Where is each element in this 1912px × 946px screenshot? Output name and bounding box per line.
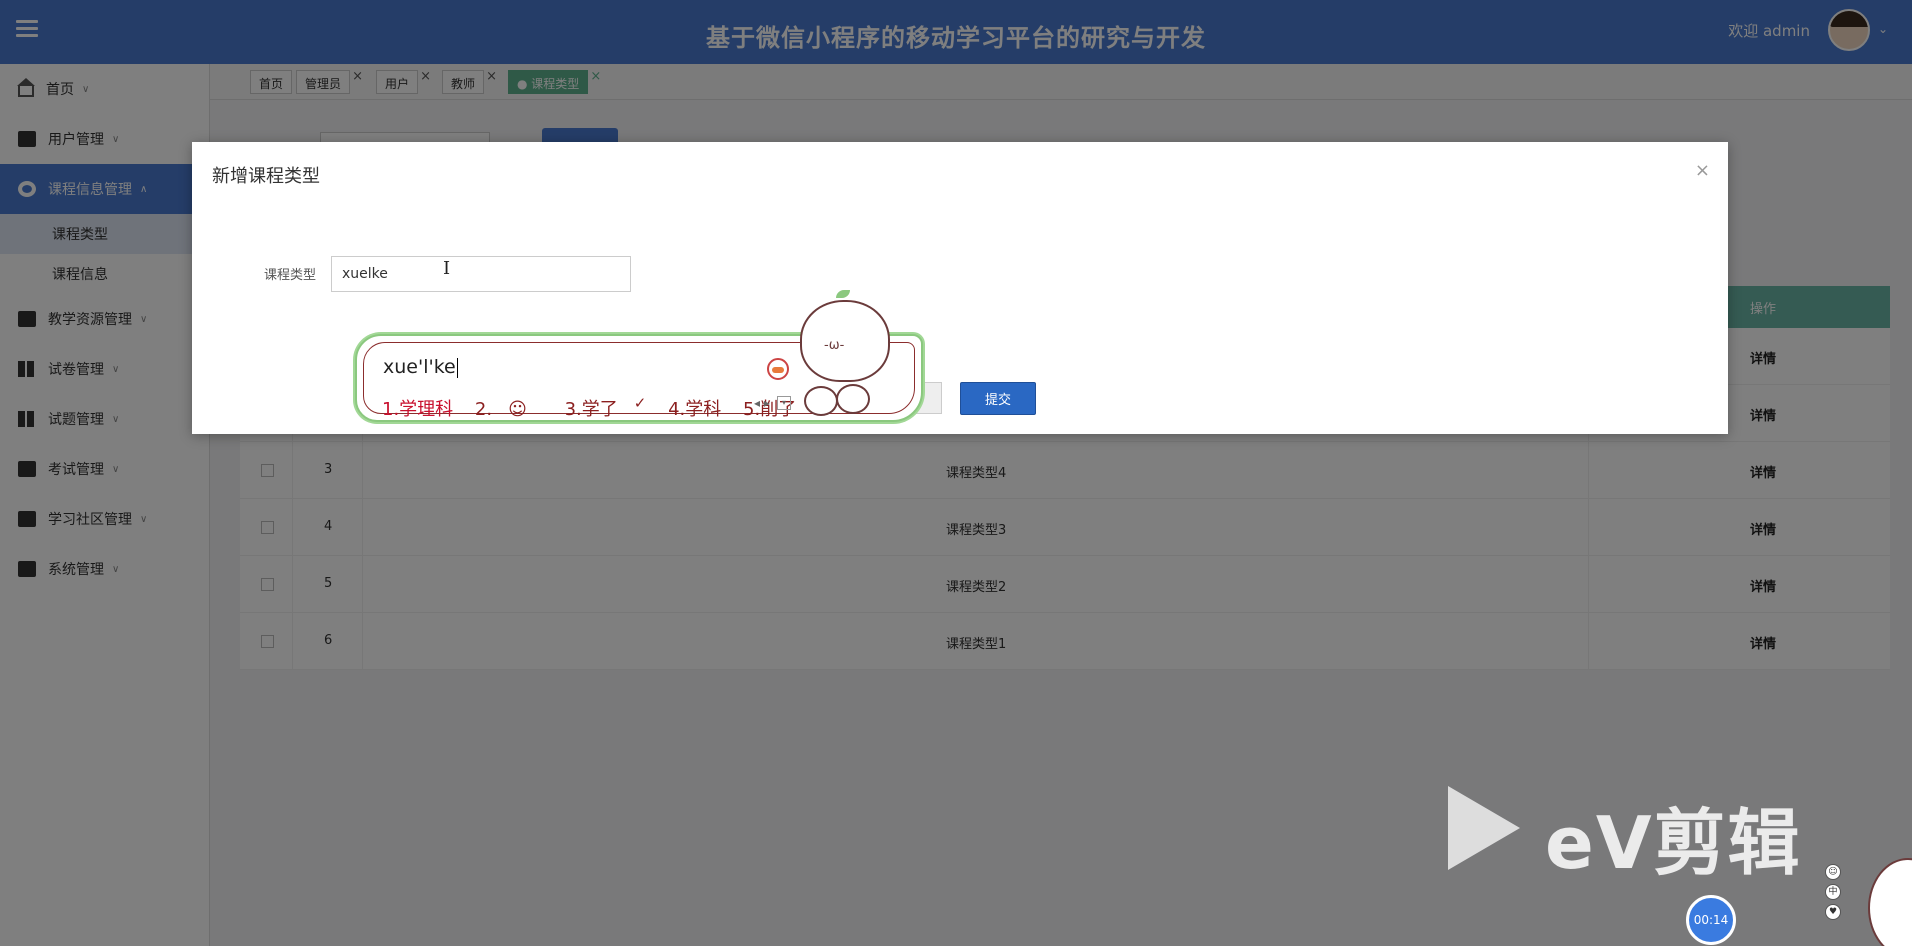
ime-candidate[interactable]: 3.学了 ✓: [564, 394, 647, 420]
check-icon: ✓: [633, 394, 647, 412]
lang-icon[interactable]: 中: [1825, 884, 1841, 900]
emoji-icon[interactable]: [767, 358, 789, 380]
play-icon: [1448, 786, 1520, 870]
page-arrows-icon[interactable]: ◂ ▸: [754, 396, 770, 410]
skin-icon[interactable]: ♥: [1825, 904, 1841, 920]
close-icon[interactable]: ×: [1695, 160, 1710, 181]
mini-mascot-icon: [836, 384, 870, 414]
submit-button[interactable]: 提交: [960, 382, 1036, 415]
ime-candidate[interactable]: 1.学理科: [382, 399, 453, 420]
course-type-input[interactable]: [331, 256, 631, 292]
course-type-label: 课程类型: [264, 268, 317, 283]
ime-composition-text: xue'l'ke: [383, 356, 456, 378]
ime-mascot-icon: -ω-: [800, 290, 890, 382]
ime-candidate-label: 2.: [474, 399, 493, 420]
mini-mascot-icon: [804, 386, 838, 416]
ime-candidates: 1.学理科 2. ☺ 3.学了 ✓ 4.学科 5.削了: [382, 394, 812, 421]
dialog-title: 新增课程类型: [212, 166, 320, 187]
ime-candidate-label: 3.学了: [564, 399, 618, 420]
watermark-text: eV剪辑: [1545, 801, 1802, 885]
ime-candidate[interactable]: 4.学科: [668, 399, 721, 420]
recording-timer[interactable]: 00:14: [1686, 895, 1736, 945]
ime-candidate[interactable]: 2. ☺: [475, 399, 543, 420]
expand-icon[interactable]: ▾: [777, 396, 791, 410]
text-cursor-icon: I: [443, 258, 451, 279]
tool-icon[interactable]: ☺: [1825, 864, 1841, 880]
ime-composition: xue'l'ke: [383, 356, 458, 378]
emoticon-icon: ☺: [508, 399, 527, 420]
